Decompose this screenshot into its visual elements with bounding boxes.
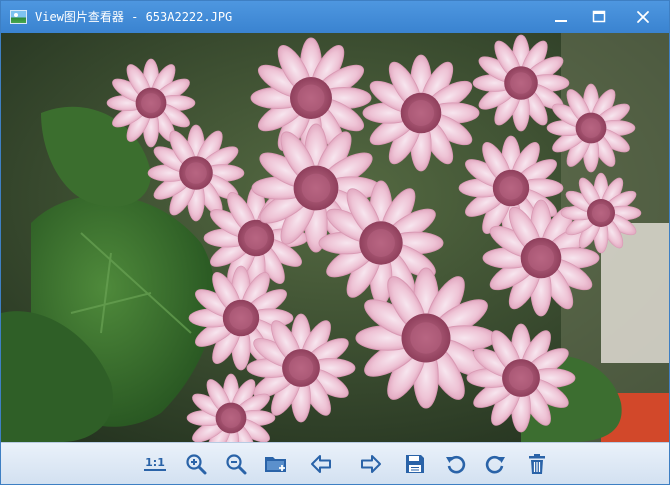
rotate-left-icon [446,455,466,474]
actual-size-icon: 1:1 [144,456,166,471]
bottom-toolbar: 1:1 [1,442,669,484]
rotate-right-icon [485,455,505,474]
maximize-icon [592,10,606,23]
maximize-button[interactable] [579,1,619,33]
delete-button[interactable] [525,452,549,476]
close-button[interactable] [623,1,663,33]
title-bar[interactable]: View图片查看器 - 653A2222.JPG [1,1,669,33]
flower-photo [1,33,669,442]
previous-arrow-icon [311,455,331,473]
next-arrow-icon [361,455,381,473]
rotate-left-button[interactable] [444,452,468,476]
zoom-out-icon [226,454,247,475]
window-title: View图片查看器 - 653A2222.JPG [35,10,233,24]
open-folder-icon [265,457,286,472]
app-picture-icon [10,10,27,24]
zoom-in-icon [186,454,207,475]
save-button[interactable] [403,452,427,476]
save-icon [406,455,424,473]
image-canvas[interactable] [1,33,669,442]
actual-size-button[interactable]: 1:1 [143,452,167,476]
open-folder-button[interactable] [264,452,288,476]
zoom-out-button[interactable] [224,452,248,476]
minimize-button[interactable] [541,1,581,33]
minimize-icon [555,20,567,22]
next-image-button[interactable] [359,452,383,476]
zoom-in-button[interactable] [184,452,208,476]
previous-image-button[interactable] [309,452,333,476]
image-viewer-window: View图片查看器 - 653A2222.JPG 1:1 [0,0,670,485]
close-icon [637,11,649,23]
delete-icon [529,454,545,474]
rotate-right-button[interactable] [483,452,507,476]
